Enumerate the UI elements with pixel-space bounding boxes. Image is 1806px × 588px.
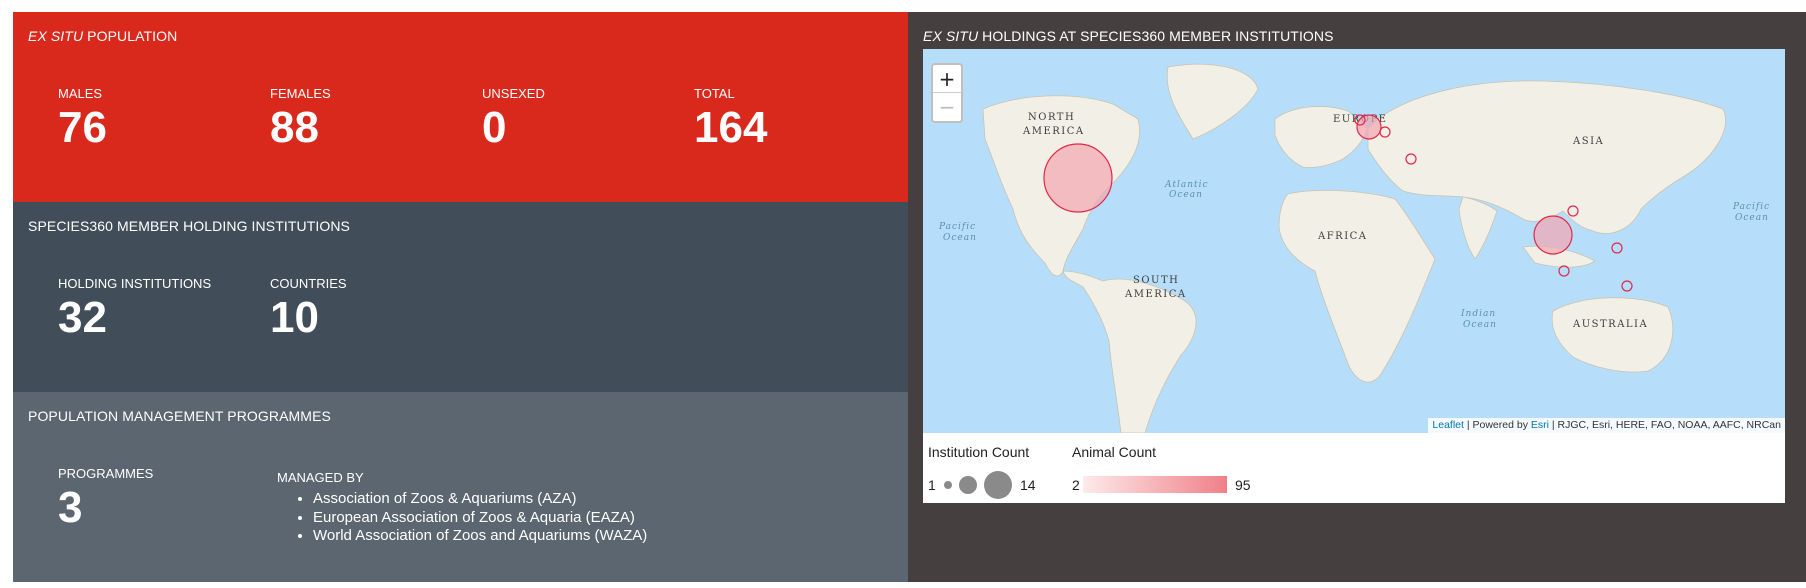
label-atlantic-1: Atlantic — [1164, 180, 1209, 190]
ex-situu-population-panel: EX SITU POPULATION MALES 76 FEMALES 88 U… — [13, 12, 908, 202]
programmes-label: PROGRAMMES — [58, 466, 154, 481]
institution-count-title: Institution Count — [928, 444, 1030, 460]
map-panel-title: EX SITU HOLDINGS AT SPECIES360 MEMBER IN… — [923, 28, 1334, 44]
leaflet-link[interactable]: Leaflet — [1432, 419, 1464, 431]
population-management-panel: POPULATION MANAGEMENT PROGRAMMES PROGRAM… — [13, 392, 908, 582]
map-marker[interactable] — [1043, 143, 1113, 213]
label-pacific-west-2: Ocean — [943, 233, 977, 243]
size-legend-small-circle — [944, 481, 952, 489]
males-stat: MALES 76 — [58, 86, 107, 151]
holding-institutions-label: HOLDING INSTITUTIONS — [58, 276, 212, 291]
label-asia: ASIA — [1572, 136, 1604, 147]
holding-institutions-stat: HOLDING INSTITUTIONS 32 — [58, 276, 211, 341]
label-south-america-2: AMERICA — [1124, 289, 1187, 300]
unsexed-label: UNSEXED — [482, 86, 545, 101]
label-pacific-east-2: Ocean — [1735, 213, 1769, 223]
map-marker[interactable] — [1533, 215, 1573, 255]
total-value: 164 — [694, 103, 768, 152]
label-africa: AFRICA — [1317, 231, 1368, 242]
size-legend-medium-circle — [959, 476, 977, 494]
map-attribution: Leaflet | Powered by Esri | RJGC, Esri, … — [1428, 418, 1785, 433]
holdings-map-panel: EX SITU HOLDINGS AT SPECIES360 MEMBER IN… — [908, 12, 1806, 582]
institutions-panel-title: SPECIES360 MEMBER HOLDING INSTITUTIONS — [28, 218, 350, 234]
zoom-out-button[interactable]: − — [933, 93, 961, 121]
list-item: World Association of Zoos and Aquariums … — [313, 527, 647, 546]
animal-count-gradient — [1083, 476, 1227, 493]
unsexed-value: 0 — [482, 103, 507, 152]
males-label: MALES — [58, 86, 103, 101]
countries-stat: COUNTRIES 10 — [270, 276, 347, 341]
label-atlantic-2: Ocean — [1169, 190, 1203, 200]
world-map[interactable]: NORTH AMERICA EUROPE ASIA AFRICA SOUTH A… — [923, 49, 1785, 433]
programmes-panel-title: POPULATION MANAGEMENT PROGRAMMES — [28, 408, 331, 424]
label-pacific-west-1: Pacific — [938, 222, 976, 232]
managed-by-section: MANAGED BY Association of Zoos & Aquariu… — [277, 470, 647, 546]
females-stat: FEMALES 88 — [270, 86, 331, 151]
total-stat: TOTAL 164 — [694, 86, 767, 151]
label-indian-1: Indian — [1460, 309, 1496, 319]
holding-institutions-panel: SPECIES360 MEMBER HOLDING INSTITUTIONS H… — [13, 202, 908, 392]
managed-by-label: MANAGED BY — [277, 470, 364, 485]
programmes-value: 3 — [58, 483, 83, 532]
zoom-in-button[interactable]: + — [933, 65, 961, 93]
institution-count-max: 14 — [1020, 477, 1036, 493]
dashboard: EX SITU POPULATION MALES 76 FEMALES 88 U… — [13, 12, 1806, 584]
map-legend: Institution Count 1 14 Animal Count 2 95 — [923, 433, 1785, 503]
countries-label: COUNTRIES — [270, 276, 347, 291]
females-value: 88 — [270, 103, 319, 152]
zoom-control: + − — [931, 63, 963, 123]
countries-value: 10 — [270, 293, 319, 342]
label-pacific-east-1: Pacific — [1732, 202, 1770, 212]
list-item: Association of Zoos & Aquariums (AZA) — [313, 490, 647, 509]
label-australia: AUSTRALIA — [1572, 319, 1648, 330]
population-panel-title: EX SITU POPULATION — [28, 28, 178, 44]
managed-by-list: Association of Zoos & Aquariums (AZA) Eu… — [277, 490, 647, 546]
list-item: European Association of Zoos & Aquaria (… — [313, 509, 647, 528]
esri-link[interactable]: Esri — [1531, 419, 1549, 431]
animal-count-max: 95 — [1235, 477, 1251, 493]
label-north-america-2: AMERICA — [1022, 126, 1085, 137]
animal-count-title: Animal Count — [1072, 444, 1157, 460]
holding-institutions-value: 32 — [58, 293, 107, 342]
animal-count-min: 2 — [1072, 477, 1080, 493]
institution-count-min: 1 — [928, 477, 936, 493]
label-indian-2: Ocean — [1463, 320, 1497, 330]
females-label: FEMALES — [270, 86, 331, 101]
map-marker[interactable] — [1356, 114, 1382, 140]
programmes-stat: PROGRAMMES 3 — [58, 466, 153, 531]
males-value: 76 — [58, 103, 107, 152]
total-label: TOTAL — [694, 86, 735, 101]
world-map-canvas[interactable]: NORTH AMERICA EUROPE ASIA AFRICA SOUTH A… — [923, 49, 1785, 433]
label-south-america-1: SOUTH — [1133, 275, 1179, 286]
unsexed-stat: UNSEXED 0 — [482, 86, 545, 151]
size-legend-large-circle — [984, 471, 1012, 499]
label-north-america-1: NORTH — [1028, 112, 1075, 123]
